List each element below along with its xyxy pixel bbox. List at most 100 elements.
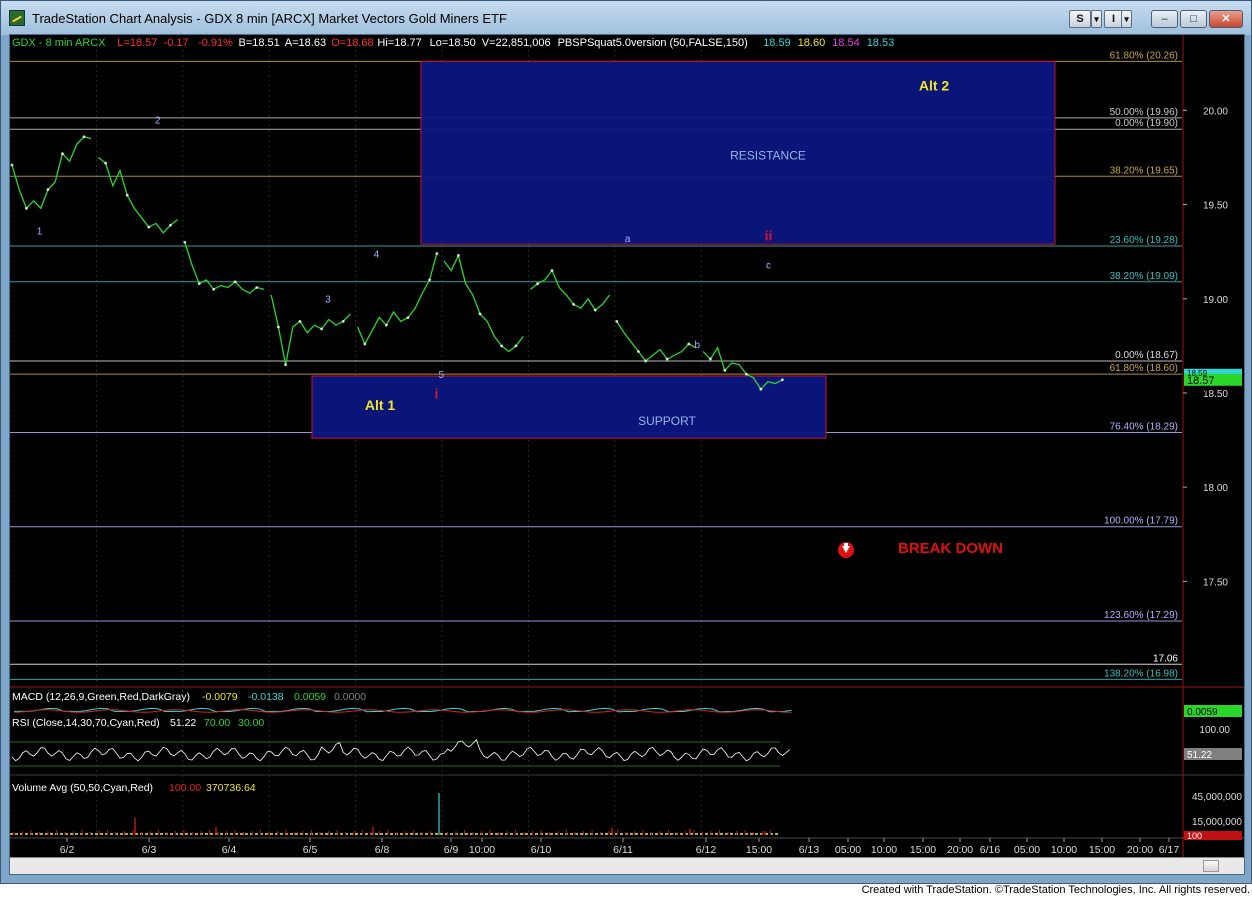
wave-label: 3 [325, 295, 331, 306]
break-down-label: BREAK DOWN [898, 540, 1003, 557]
fib-level-label: 76.40% (18.29) [1110, 422, 1178, 433]
price-point [298, 319, 302, 323]
status-item: PBSPSquat5.0version (50,FALSE,150) [558, 37, 748, 49]
wave-label: 2 [155, 116, 161, 127]
price-tick-label: 20.00 [1203, 106, 1228, 117]
price-point [500, 344, 503, 348]
price-point [550, 269, 554, 272]
time-tick-label: 10:00 [469, 844, 495, 856]
price-point [25, 206, 28, 210]
price-chart[interactable]: 61.80% (20.26) 50.00% (19.96)0.00% (19.90… [10, 35, 1244, 857]
macd-value: 0.0000 [334, 691, 366, 703]
rsi-value: 51.22 [170, 717, 196, 729]
price-point [61, 152, 64, 156]
title-bar[interactable]: TradeStation Chart Analysis - GDX 8 min … [1, 1, 1251, 35]
price-point [169, 223, 172, 227]
horizontal-scrollbar[interactable] [10, 857, 1244, 874]
fib-level-label: 0.00% (18.67) [1115, 350, 1178, 361]
fib-level-label: 138.20% (16.98) [1104, 668, 1178, 679]
time-tick-label: 15:00 [746, 844, 772, 856]
time-tick-label: 20:00 [1127, 844, 1153, 856]
price-point [572, 303, 575, 306]
status-item: Hi=18.77 [377, 37, 421, 49]
wave-label: c [766, 261, 771, 272]
zone-label: SUPPORT [638, 414, 696, 428]
i-dropdown-icon[interactable]: ▾ [1121, 10, 1132, 28]
alt-2-label: Alt 2 [919, 77, 950, 93]
fib-level-label: 0.00% (19.90) [1115, 118, 1178, 129]
volume-axis-label: 15,000,000 [1192, 817, 1242, 828]
price-point [435, 252, 439, 255]
price-tick-label: 19.50 [1203, 201, 1228, 212]
price-point [637, 350, 640, 353]
time-tick-label: 05:00 [835, 844, 861, 856]
price-point [428, 278, 431, 282]
status-item: 18.60 [798, 37, 826, 49]
status-item: -0.91% [198, 37, 233, 49]
window-title: TradeStation Chart Analysis - GDX 8 min … [32, 11, 507, 26]
status-item: A=18.63 [285, 37, 326, 49]
price-point [723, 368, 727, 372]
price-tick-label: 17.50 [1203, 577, 1228, 588]
price-point [197, 282, 201, 286]
time-tick-label: 6/17 [1159, 844, 1180, 856]
status-item: 18.53 [867, 37, 895, 49]
price-point [665, 357, 669, 361]
price-point [478, 312, 482, 316]
price-point [759, 387, 763, 391]
price-point [687, 342, 691, 346]
status-item: 18.54 [832, 37, 860, 49]
fib-level-label: 50.00% (19.96) [1110, 107, 1178, 118]
minimize-button[interactable]: – [1151, 10, 1178, 28]
price-point [183, 240, 187, 244]
price-point [212, 287, 216, 291]
price-point [233, 280, 237, 284]
last-price-overlay-lower: 18.54 [1187, 385, 1208, 394]
macd-value: 0.0059 [294, 691, 326, 703]
fib-level-label: 123.60% (17.29) [1104, 610, 1178, 621]
time-tick-label: 6/2 [60, 844, 75, 856]
tradestation-app-icon [9, 10, 25, 26]
wave-label: ii [765, 227, 773, 243]
price-point [385, 323, 388, 327]
s-dropdown-icon[interactable]: ▾ [1091, 10, 1102, 28]
wave-label: b [694, 340, 700, 351]
time-tick-label: 6/12 [696, 844, 717, 856]
price-point [46, 188, 50, 191]
price-point [277, 325, 280, 329]
price-point [536, 282, 539, 286]
tradestation-window: TradeStation Chart Analysis - GDX 8 min … [0, 0, 1252, 884]
price-point [255, 286, 259, 289]
status-item: GDX - 8 min ARCX [12, 37, 106, 49]
price-point [104, 161, 107, 165]
time-tick-label: 15:00 [910, 844, 936, 856]
time-tick-label: 05:00 [1014, 844, 1040, 856]
time-tick-label: 6/16 [980, 844, 1001, 856]
macd-last-label: 0.0059 [1187, 707, 1218, 718]
chart-area[interactable]: 61.80% (20.26) 50.00% (19.96) 0.00% (19.90… [9, 34, 1245, 875]
fib-level-label: 23.60% (19.28) [1110, 235, 1178, 246]
status-item: 18.59 [763, 37, 791, 49]
price-point [457, 254, 460, 257]
s-button[interactable]: S [1069, 10, 1091, 28]
extra-level-label: 17.06 [1153, 653, 1178, 664]
volume-title: Volume Avg (50,50,Cyan,Red) [12, 782, 153, 794]
maximize-button[interactable]: □ [1180, 10, 1207, 28]
price-point [82, 135, 86, 139]
zone-label: RESISTANCE [730, 148, 806, 162]
close-button[interactable]: ✕ [1209, 10, 1243, 28]
scrollbar-thumb[interactable] [1203, 860, 1219, 872]
time-tick-label: 10:00 [1051, 844, 1077, 856]
macd-title: MACD (12,26,9,Green,Red,DarkGray) [12, 691, 190, 703]
status-item: -0.17 [164, 37, 189, 49]
macd-value: -0.0138 [248, 691, 284, 703]
fib-level-label: 100.00% (17.79) [1104, 516, 1178, 527]
status-item: V=22,851,006 [482, 37, 551, 49]
macd-value: -0.0079 [202, 691, 238, 703]
wave-label: i [434, 386, 438, 402]
time-tick-label: 6/5 [303, 844, 318, 856]
alt-1-label: Alt 1 [365, 397, 396, 413]
rsi-axis-label: 100.00 [1199, 725, 1230, 736]
price-tick-label: 18.00 [1203, 483, 1228, 494]
price-point [406, 316, 410, 320]
